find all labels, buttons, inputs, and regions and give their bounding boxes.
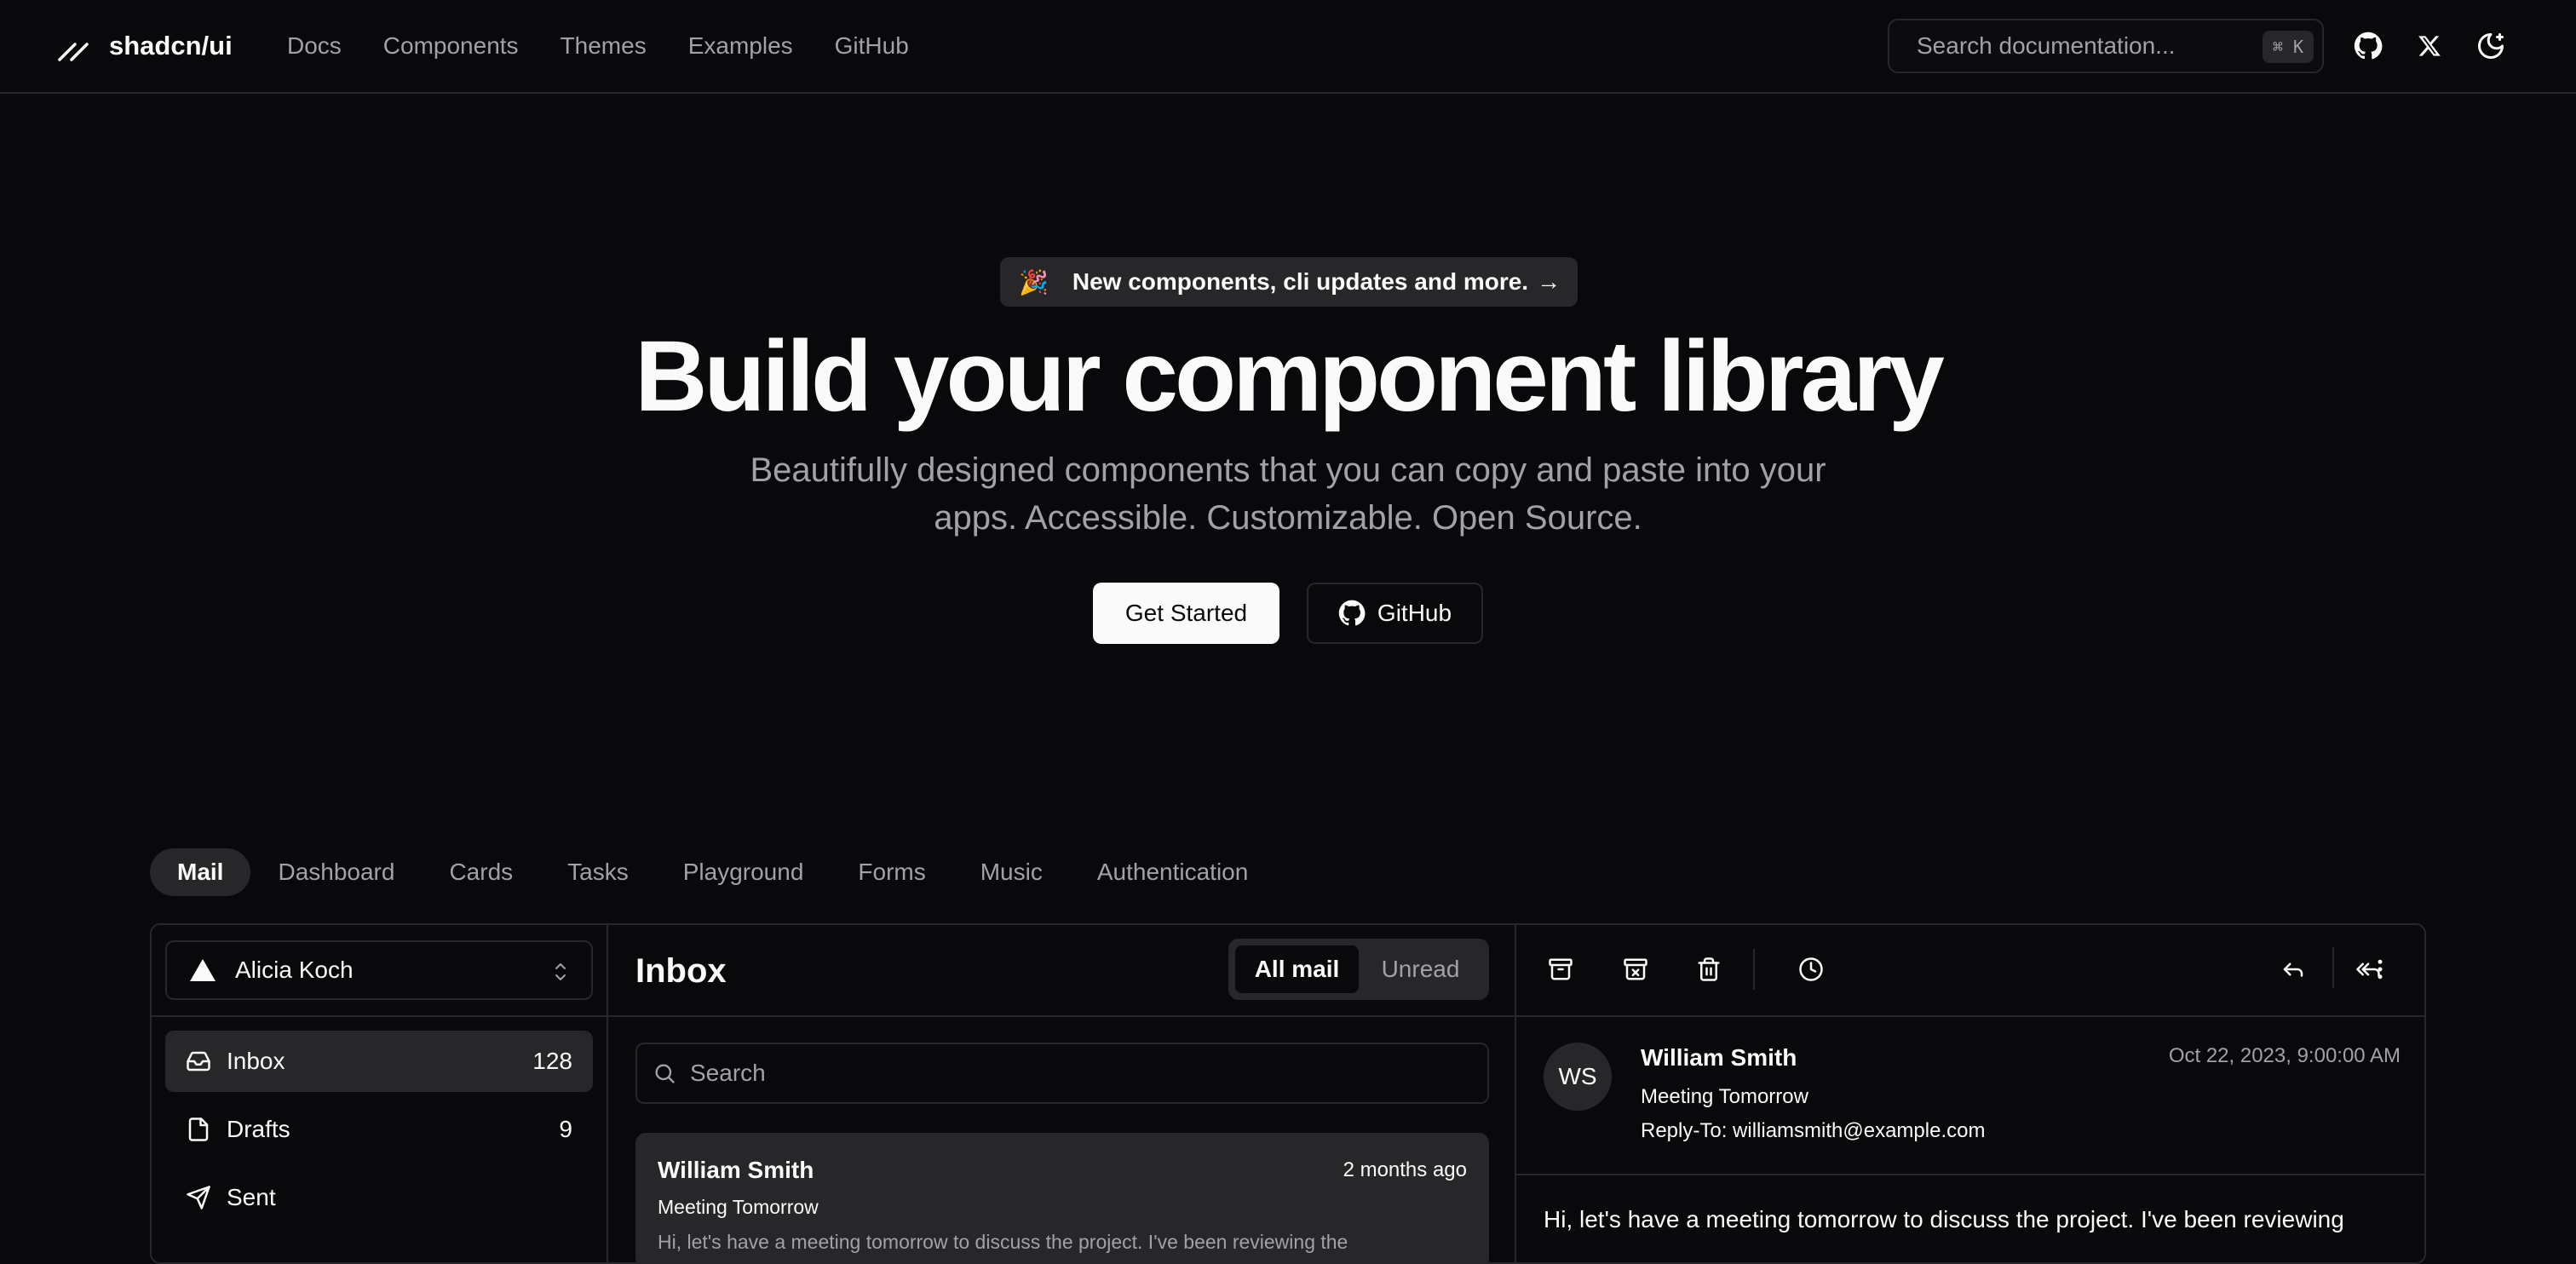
brand-name[interactable]: shadcn/ui (109, 29, 233, 63)
divider (608, 1015, 1515, 1017)
trash-icon[interactable] (1692, 952, 1726, 986)
reply-icon[interactable] (2276, 952, 2310, 986)
mail-list-title: Inbox (635, 952, 727, 990)
tab-authentication[interactable]: Authentication (1070, 848, 1275, 896)
reader-toolbar (1516, 925, 2424, 1015)
mail-item-date: 2 months ago (1343, 1158, 1467, 1181)
reader-body: Hi, let's have a meeting tomorrow to dis… (1544, 1206, 2344, 1232)
vercel-triangle-icon (189, 958, 216, 982)
mail-sidebar: Alicia Koch Inbox 128 Drafts 9 Sent (152, 925, 608, 1262)
reader-date: Oct 22, 2023, 9:00:00 AM (2168, 1044, 2401, 1067)
get-started-button[interactable]: Get Started (1093, 583, 1279, 644)
sidebar-item-drafts[interactable]: Drafts 9 (165, 1099, 593, 1160)
docs-search-input[interactable]: Search documentation... ⌘ K (1888, 19, 2324, 73)
github-icon (1338, 600, 1366, 627)
reader-sender: William Smith (1641, 1044, 1797, 1071)
tab-dashboard[interactable]: Dashboard (250, 848, 422, 896)
tab-mail[interactable]: Mail (150, 848, 251, 896)
github-icon[interactable] (2349, 27, 2387, 65)
mail-filter-toggle: All mail Unread (1228, 939, 1489, 1000)
x-twitter-icon[interactable] (2411, 27, 2448, 65)
search-placeholder: Search documentation... (1917, 32, 2176, 59)
arrow-right-icon: → (1537, 268, 1561, 295)
file-icon (186, 1117, 211, 1142)
search-placeholder: Search (690, 1060, 766, 1086)
divider (1516, 1015, 2424, 1017)
tab-cards[interactable]: Cards (422, 848, 540, 896)
sidebar-item-label: Sent (227, 1184, 276, 1210)
avatar: WS (1544, 1043, 1612, 1111)
tab-playground[interactable]: Playground (656, 848, 831, 896)
mail-item-preview: Hi, let's have a meeting tomorrow to dis… (658, 1231, 1348, 1253)
search-icon (653, 1061, 676, 1085)
chevrons-up-down-icon (552, 961, 569, 983)
get-started-label: Get Started (1124, 600, 1248, 626)
sidebar-item-count: 128 (532, 1048, 572, 1074)
clock-icon[interactable] (1794, 952, 1828, 986)
tab-music[interactable]: Music (953, 848, 1070, 896)
nav-examples[interactable]: Examples (688, 29, 793, 63)
site-header: shadcn/ui Docs Components Themes Example… (0, 0, 2576, 94)
sidebar-item-sent[interactable]: Sent (165, 1167, 593, 1228)
avatar-initials: WS (1558, 1063, 1597, 1089)
announcement-pill[interactable]: 🎉 New components, cli updates and more. … (1000, 257, 1578, 307)
filter-unread[interactable]: Unread (1359, 945, 1482, 993)
sidebar-item-label: Drafts (227, 1116, 290, 1142)
toolbar-separator (1753, 949, 1755, 990)
nav-components[interactable]: Components (383, 29, 519, 63)
mail-example: Alicia Koch Inbox 128 Drafts 9 Sent Inbo… (150, 923, 2426, 1264)
github-button-label: GitHub (1377, 600, 1452, 626)
mail-list-panel: Inbox All mail Unread Search William Smi… (608, 925, 1516, 1262)
divider (1516, 1174, 2424, 1175)
reader-reply-to: Reply-To: williamsmith@example.com (1641, 1119, 1986, 1142)
mail-search-input[interactable]: Search (635, 1043, 1489, 1104)
mail-item-subject: Meeting Tomorrow (658, 1196, 819, 1218)
sidebar-item-count: 9 (559, 1116, 572, 1142)
party-icon: 🎉 (1019, 268, 1049, 296)
logo-icon[interactable] (56, 29, 90, 63)
toolbar-separator (2332, 947, 2334, 988)
example-tabs: Mail Dashboard Cards Tasks Playground Fo… (150, 848, 1275, 896)
reader-subject: Meeting Tomorrow (1641, 1085, 1808, 1108)
archive-x-icon[interactable] (1619, 952, 1653, 986)
hero-title: Build your component library (635, 320, 1945, 433)
main-nav: Docs Components Themes Examples GitHub (287, 29, 909, 63)
nav-docs[interactable]: Docs (287, 29, 342, 63)
tab-tasks[interactable]: Tasks (540, 848, 656, 896)
nav-github[interactable]: GitHub (835, 29, 909, 63)
account-name: Alicia Koch (235, 957, 354, 983)
mail-list-item[interactable]: William Smith 2 months ago Meeting Tomor… (635, 1133, 1489, 1262)
search-shortcut-badge: ⌘ K (2262, 31, 2314, 63)
more-vertical-icon[interactable] (2363, 952, 2397, 986)
hero-subtitle: Beautifully designed components that you… (750, 451, 1826, 537)
divider (152, 1015, 607, 1017)
inbox-icon (186, 1049, 211, 1074)
send-icon (186, 1185, 211, 1210)
archive-icon[interactable] (1544, 952, 1578, 986)
filter-all-mail[interactable]: All mail (1235, 945, 1359, 993)
sidebar-item-label: Inbox (227, 1048, 285, 1074)
sidebar-item-inbox[interactable]: Inbox 128 (165, 1031, 593, 1092)
tab-forms[interactable]: Forms (831, 848, 952, 896)
nav-themes[interactable]: Themes (561, 29, 647, 63)
theme-toggle-icon[interactable] (2472, 27, 2510, 65)
announcement-text: New components, cli updates and more. (1072, 268, 1529, 295)
mail-reader: WS William Smith Meeting Tomorrow Reply-… (1516, 925, 2424, 1262)
github-button[interactable]: GitHub (1307, 583, 1483, 644)
account-switcher[interactable]: Alicia Koch (165, 940, 593, 1000)
